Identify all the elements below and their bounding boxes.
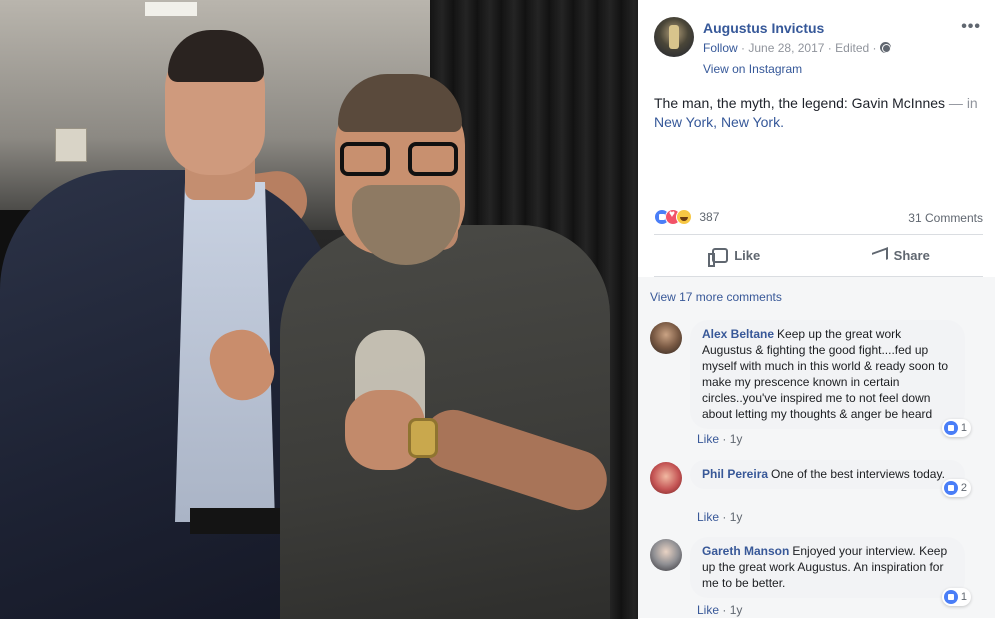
share-button[interactable]: Share	[819, 235, 984, 276]
post-caption: The man, the myth, the legend: Gavin McI…	[638, 84, 995, 199]
commenter-avatar[interactable]	[650, 462, 682, 494]
like-button[interactable]: Like	[654, 235, 819, 276]
comment-bubble: Alex Beltane Keep up the great work Augus…	[690, 320, 971, 437]
comment-bubble: Phil Pereira One of the best interviews t…	[690, 460, 971, 497]
post-side-panel: Augustus Invictus Follow · June 28, 2017…	[638, 0, 995, 619]
comment-reaction-badge[interactable]: 1	[941, 419, 971, 437]
comment-meta: Like · 1y	[697, 432, 742, 446]
follow-link[interactable]: Follow	[703, 41, 738, 55]
meta-separator: ·	[722, 432, 730, 446]
commenter-name[interactable]: Phil Pereira	[702, 467, 768, 481]
comment-like-link[interactable]: Like	[697, 510, 719, 524]
photo-glasses	[340, 142, 458, 178]
location-state-link[interactable]: New York	[721, 114, 780, 130]
share-arrow-icon	[871, 246, 888, 265]
more-options-button[interactable]: •••	[961, 18, 981, 36]
caption-in: — in	[945, 95, 978, 111]
share-button-label: Share	[893, 248, 930, 263]
commenter-avatar[interactable]	[650, 322, 682, 354]
post-stats: 387 31 Comments	[654, 199, 983, 235]
comment-like-link[interactable]: Like	[697, 432, 719, 446]
caption-text: The man, the myth, the legend: Gavin McI…	[654, 95, 946, 111]
post-header: Augustus Invictus Follow · June 28, 2017…	[638, 0, 995, 84]
thumbs-up-icon	[708, 248, 729, 267]
post-actions: Like Share	[654, 235, 983, 277]
commenter-name[interactable]: Alex Beltane	[702, 327, 774, 341]
comments-count-link[interactable]: 31 Comments	[908, 211, 983, 225]
photo-watch	[408, 418, 438, 458]
post-meta: Follow · June 28, 2017 · Edited ·	[703, 41, 891, 55]
comment-time[interactable]: 1y	[730, 510, 743, 524]
comment-time[interactable]: 1y	[730, 603, 743, 617]
like-button-label: Like	[734, 248, 761, 263]
photo-ceiling-lamp	[145, 2, 197, 16]
author-name[interactable]: Augustus Invictus	[703, 20, 824, 36]
meta-separator: ·	[722, 510, 730, 524]
comment-reaction-count: 1	[960, 422, 967, 434]
location-city-link[interactable]: New York	[654, 114, 713, 130]
post-photo[interactable]	[0, 0, 638, 619]
comment-reaction-count: 1	[960, 591, 967, 603]
meta-separator: ·	[722, 603, 730, 617]
author-avatar[interactable]	[654, 17, 694, 57]
like-reaction-icon	[943, 421, 958, 435]
commenter-name[interactable]: Gareth Manson	[702, 544, 789, 558]
like-reaction-icon	[943, 590, 958, 604]
like-reaction-icon	[943, 481, 958, 495]
comment-reaction-badge[interactable]: 1	[941, 588, 971, 606]
view-more-comments-link[interactable]: View 17 more comments	[650, 290, 782, 304]
comment-reaction-badge[interactable]: 2	[941, 479, 971, 497]
comment-reaction-count: 2	[960, 482, 967, 494]
comment-like-link[interactable]: Like	[697, 603, 719, 617]
haha-reaction-icon	[676, 209, 692, 225]
location-period: .	[780, 114, 784, 130]
view-on-instagram-link[interactable]: View on Instagram	[703, 62, 802, 76]
reaction-count[interactable]: 387	[699, 210, 719, 224]
comment-bubble: Gareth Manson Enjoyed your interview. Kee…	[690, 537, 971, 606]
commenter-avatar[interactable]	[650, 539, 682, 571]
globe-icon[interactable]	[879, 42, 891, 53]
post-date[interactable]: June 28, 2017	[748, 41, 824, 55]
comment-meta: Like · 1y	[697, 603, 742, 617]
meta-separator: ·	[872, 41, 880, 55]
comment-time[interactable]: 1y	[730, 432, 743, 446]
comment-meta: Like · 1y	[697, 510, 742, 524]
location-comma: ,	[713, 114, 721, 130]
photo-wall-panel	[55, 128, 87, 162]
edited-label[interactable]: Edited	[835, 41, 869, 55]
photo-man-left-belt	[190, 508, 285, 534]
comment-text: One of the best interviews today.	[771, 467, 945, 481]
reactions-summary[interactable]: 387	[654, 209, 719, 227]
comment-text: Keep up the great work Augustus & fighti…	[702, 327, 949, 421]
